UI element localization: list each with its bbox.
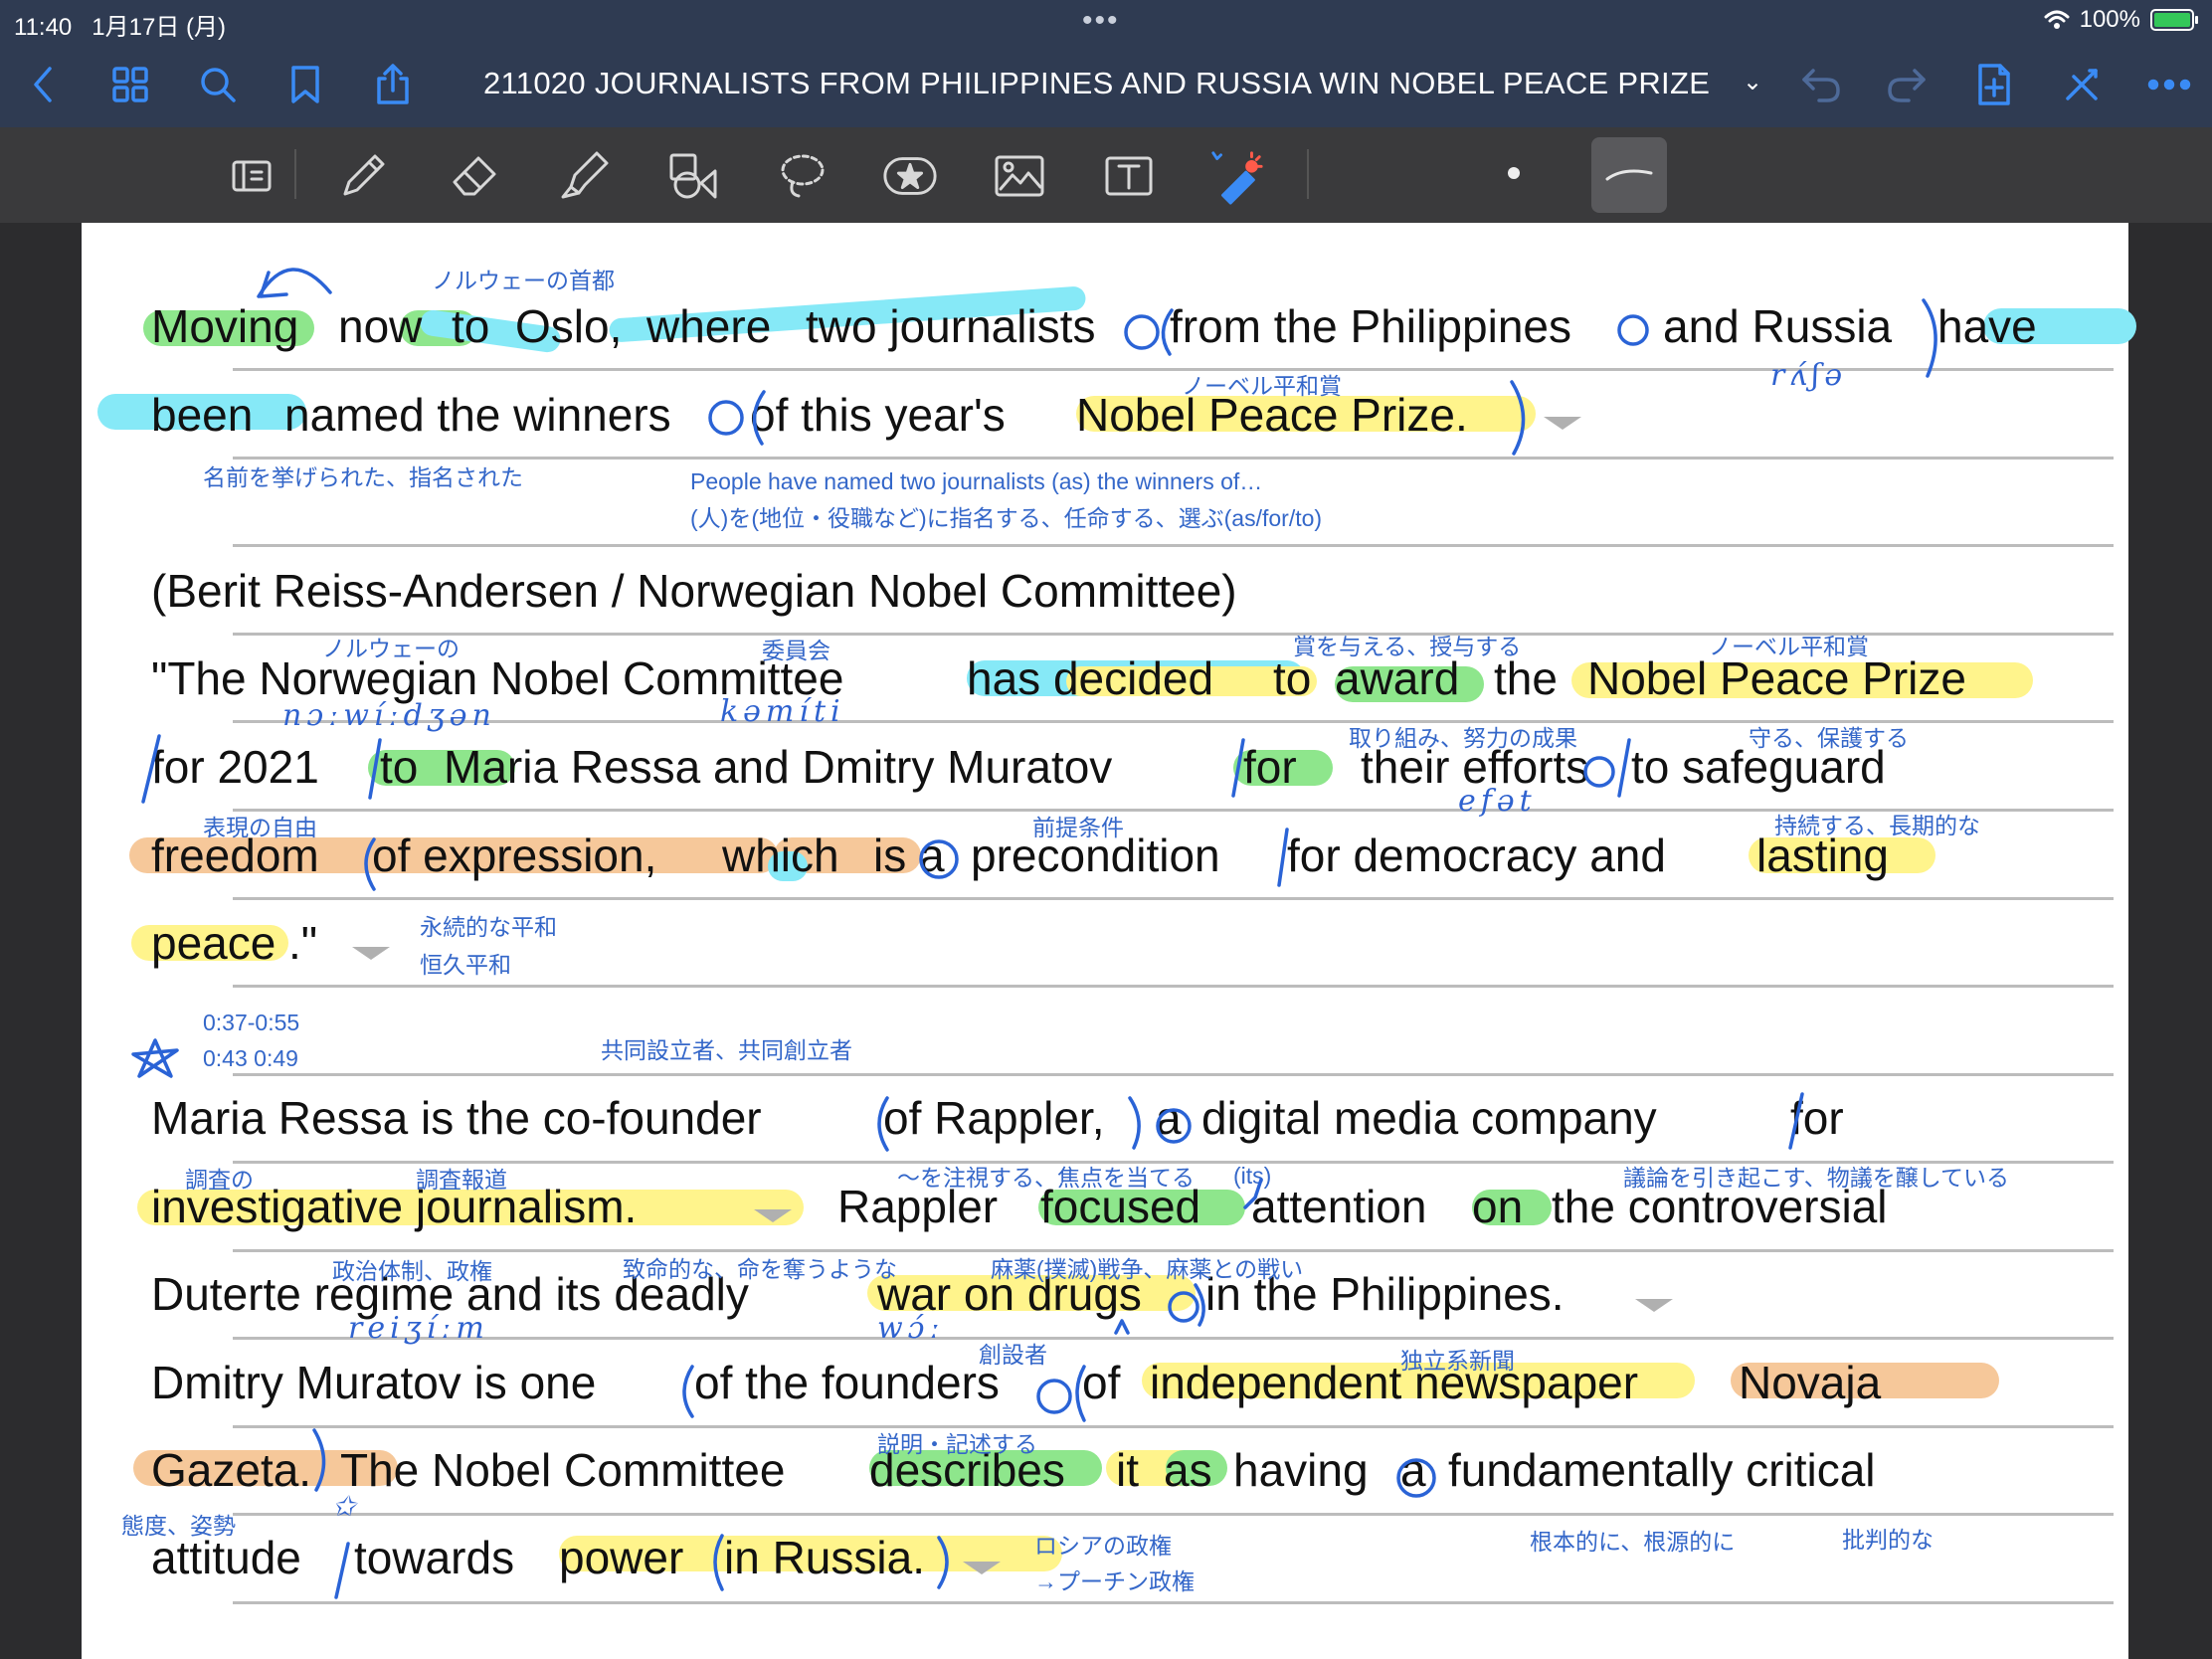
ink-caret [1114, 1319, 1130, 1335]
highlighter-icon[interactable] [555, 147, 613, 205]
toolbar-divider [294, 149, 296, 199]
stroke-style-icon[interactable] [1591, 137, 1667, 213]
grid-icon[interactable] [105, 60, 155, 109]
ink-circle [1396, 1458, 1436, 1498]
ink-bracket [877, 1096, 889, 1152]
read-mode-icon[interactable] [223, 147, 280, 205]
status-date: 1月17日 (月) [92, 14, 226, 41]
more-icon[interactable] [2144, 60, 2194, 109]
chevron-down-icon: ⌄ [1743, 69, 1763, 95]
ink-circle [1168, 1291, 1199, 1323]
back-icon[interactable] [18, 60, 68, 109]
ink-bracket [1128, 1096, 1141, 1150]
ink-bracket [682, 1365, 694, 1418]
lasso-icon[interactable] [774, 147, 831, 205]
ink-tick [1243, 1178, 1263, 1209]
ink-bracket [1161, 308, 1174, 356]
pen-icon[interactable] [334, 147, 392, 205]
ink-bracket [1510, 380, 1526, 456]
wifi-icon [2044, 10, 2070, 29]
ink-slash [368, 738, 382, 800]
ink-bracket [1075, 1365, 1086, 1422]
ink-circle [708, 400, 744, 436]
ink-slash [1231, 738, 1245, 798]
elements-icon[interactable] [881, 147, 939, 205]
redo-icon[interactable] [1882, 60, 1932, 109]
share-icon[interactable] [368, 60, 418, 109]
navigation-bar: 211020 JOURNALISTS FROM PHILIPPINES AND … [0, 42, 2212, 127]
multitask-dots-icon[interactable]: ••• [1082, 4, 1120, 38]
ink-bracket [752, 390, 766, 446]
laser-icon[interactable] [1207, 147, 1265, 205]
status-right: 100% [2044, 6, 2198, 34]
status-time: 11:40 [14, 14, 73, 41]
ink-slash [1277, 828, 1289, 887]
tool-bar [0, 127, 2212, 223]
ink-bracket [937, 1536, 949, 1589]
toolbar-divider [1307, 149, 1309, 199]
image-icon[interactable] [991, 147, 1048, 205]
ink-bracket [713, 1534, 724, 1591]
battery-icon [2150, 9, 2198, 31]
undo-icon[interactable] [1796, 60, 1846, 109]
ink-slash [334, 1542, 350, 1599]
ink-circle [919, 839, 959, 879]
ink-circle [1124, 314, 1160, 350]
note-page[interactable]: Moving now to Oslo, where two journalist… [82, 223, 2136, 1659]
ink-bracket [1922, 298, 1937, 378]
add-page-icon[interactable] [1969, 60, 2019, 109]
bookmark-icon[interactable] [280, 60, 330, 109]
shapes-icon[interactable] [664, 147, 722, 205]
ink-slash [1788, 1092, 1804, 1150]
eraser-icon[interactable] [446, 147, 503, 205]
ink-slash [141, 734, 161, 804]
ink-star [131, 1038, 179, 1078]
ink-slash [1617, 738, 1631, 798]
stroke-size-dot[interactable] [1508, 167, 1520, 179]
status-time-date: 11:40 1月17日 (月) [14, 7, 226, 42]
status-bar: 11:40 1月17日 (月) ••• 100% [0, 0, 2212, 42]
ink-bracket [364, 837, 376, 891]
document-title: 211020 JOURNALISTS FROM PHILIPPINES AND … [483, 66, 1711, 100]
ink-circle [1617, 314, 1649, 346]
text-icon[interactable] [1100, 147, 1158, 205]
ink-circle [1036, 1379, 1072, 1414]
close-icon[interactable] [2057, 60, 2107, 109]
search-icon[interactable] [193, 60, 243, 109]
ink-circle [1156, 1108, 1192, 1144]
ink-circle [1583, 756, 1615, 788]
ink-layer [131, 268, 1937, 1599]
ink-bracket [312, 1428, 326, 1492]
battery-percent: 100% [2079, 6, 2140, 33]
